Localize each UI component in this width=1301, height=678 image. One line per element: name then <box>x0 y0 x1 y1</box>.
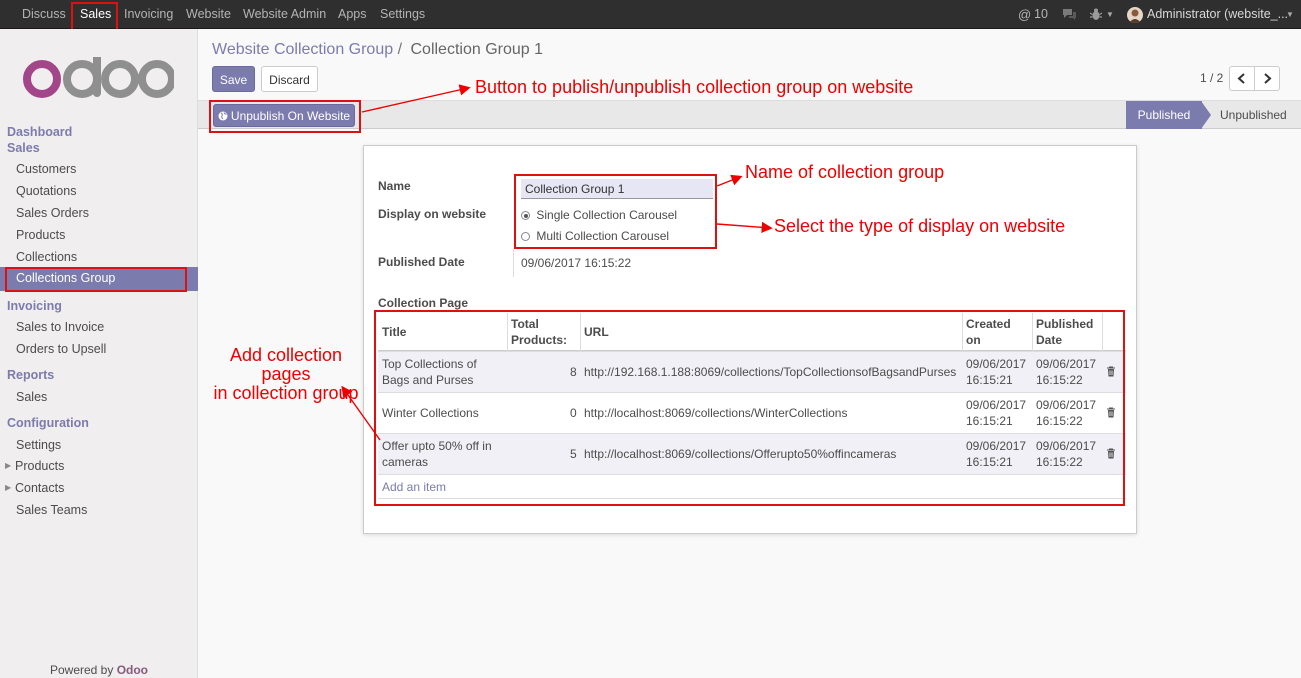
caret-right-icon[interactable]: ▶ <box>5 483 11 492</box>
menu-settings[interactable]: Settings <box>380 0 425 29</box>
sidebar-dashboard[interactable]: Dashboard <box>7 125 72 139</box>
user-menu[interactable]: Administrator (website_... <box>1147 0 1288 29</box>
sidebar-item-sales-teams[interactable]: Sales Teams <box>16 503 87 517</box>
status-arrow-shape <box>1201 101 1211 129</box>
discard-button[interactable]: Discard <box>261 66 318 92</box>
breadcrumb: Website Collection Group / Collection Gr… <box>212 41 543 59</box>
status-published[interactable]: Published <box>1126 101 1202 129</box>
caret-right-icon[interactable]: ▶ <box>5 461 11 470</box>
annotation-pages-line2: in collection group <box>213 383 359 403</box>
powered-by: Powered by Odoo <box>0 663 198 677</box>
status-unpublished[interactable]: Unpublished <box>1220 108 1287 122</box>
sidebar-item-quotations[interactable]: Quotations <box>16 184 76 198</box>
mention-count: 10 <box>1034 7 1048 21</box>
sidebar-item-sales-orders[interactable]: Sales Orders <box>16 206 89 220</box>
menu-website-admin[interactable]: Website Admin <box>243 0 326 29</box>
sidebar-item-contacts[interactable]: Contacts <box>15 481 64 495</box>
menu-invoicing[interactable]: Invoicing <box>124 0 173 29</box>
mention-icon[interactable]: @ <box>1018 0 1031 29</box>
menu-apps[interactable]: Apps <box>338 0 367 29</box>
chat-icon[interactable] <box>1062 8 1077 24</box>
chevron-right-icon <box>1264 73 1272 84</box>
highlight-name-display-fields <box>514 174 717 249</box>
sidebar-item-products[interactable]: Products <box>16 228 65 242</box>
odoo-logo[interactable] <box>22 53 176 99</box>
annotation-publish-button: Button to publish/unpublish collection g… <box>475 77 914 97</box>
sidebar-item-customers[interactable]: Customers <box>16 162 76 176</box>
pager-previous-button[interactable] <box>1229 66 1255 91</box>
pager-text: 1 / 2 <box>1200 71 1224 85</box>
sidebar-section-sales: Sales <box>7 141 40 155</box>
user-chevron-down-icon[interactable]: ▼ <box>1286 0 1294 29</box>
sidebar: Dashboard Sales Customers Quotations Sal… <box>0 29 198 678</box>
sidebar-section-invoicing: Invoicing <box>7 299 62 313</box>
debug-chevron-down-icon[interactable]: ▼ <box>1106 0 1114 29</box>
published-date-divider <box>513 249 514 277</box>
sidebar-item-report-sales[interactable]: Sales <box>16 390 47 404</box>
sidebar-section-configuration: Configuration <box>7 416 89 430</box>
annotation-pages-line1: Add collection pages <box>229 345 343 384</box>
sidebar-item-settings[interactable]: Settings <box>16 438 61 452</box>
user-avatar[interactable] <box>1127 7 1143 23</box>
sidebar-item-collections[interactable]: Collections <box>16 250 77 264</box>
breadcrumb-parent[interactable]: Website Collection Group <box>212 41 393 58</box>
collection-page-label: Collection Page <box>378 296 469 310</box>
breadcrumb-current: Collection Group 1 <box>410 41 543 58</box>
sidebar-item-config-products[interactable]: Products <box>15 459 64 473</box>
menu-discuss[interactable]: Discuss <box>22 0 66 29</box>
annotation-display-type: Select the type of display on website <box>774 216 1066 236</box>
powered-by-brand[interactable]: Odoo <box>117 663 148 677</box>
highlight-unpublish-button <box>209 100 361 133</box>
highlight-collections-group <box>5 267 187 292</box>
save-button[interactable]: Save <box>212 66 255 92</box>
top-navbar: Discuss Sales Invoicing Website Website … <box>0 0 1301 29</box>
highlight-collection-table <box>374 310 1125 506</box>
annotation-name: Name of collection group <box>745 162 945 182</box>
display-on-website-label: Display on website <box>378 207 487 221</box>
sidebar-section-reports: Reports <box>7 368 55 382</box>
status-published-label: Published <box>1137 108 1191 122</box>
powered-by-label: Powered by <box>49 663 114 677</box>
breadcrumb-separator: / <box>397 41 403 58</box>
published-date-label: Published Date <box>378 255 465 269</box>
pager-next-button[interactable] <box>1254 66 1280 91</box>
name-label: Name <box>378 179 411 193</box>
highlight-sales-menu <box>71 2 118 31</box>
debug-bug-icon[interactable] <box>1089 8 1103 24</box>
sidebar-item-orders-to-upsell[interactable]: Orders to Upsell <box>16 342 106 356</box>
annotation-collection-pages: Add collection pages in collection group <box>203 346 369 403</box>
sidebar-item-sales-to-invoice[interactable]: Sales to Invoice <box>16 320 104 334</box>
published-date-value: 09/06/2017 16:15:22 <box>521 256 632 270</box>
status-bar: Unpublish On Website Published Unpublish… <box>198 100 1301 129</box>
menu-website[interactable]: Website <box>186 0 231 29</box>
chevron-left-icon <box>1237 73 1245 84</box>
